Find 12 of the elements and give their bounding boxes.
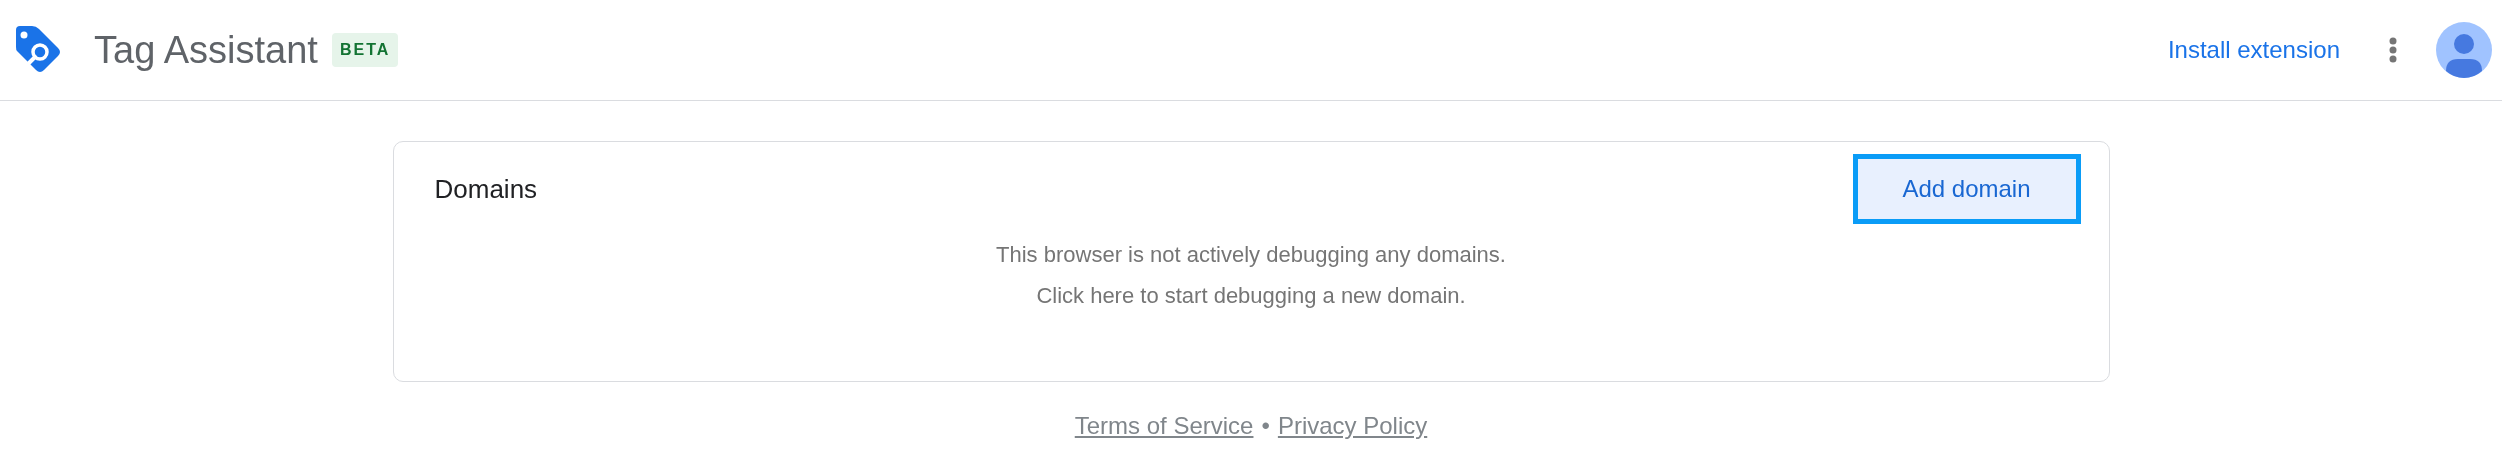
add-domain-button[interactable]: Add domain [1852, 154, 2081, 224]
terms-link[interactable]: Terms of Service [1074, 408, 1254, 444]
privacy-link[interactable]: Privacy Policy [1277, 408, 1428, 444]
avatar-icon[interactable] [2436, 22, 2492, 78]
install-extension-link[interactable]: Install extension [2167, 32, 2340, 68]
app-title: Tag Assistant [94, 31, 318, 69]
card-title: Domains [434, 172, 538, 206]
more-menu-icon[interactable] [2388, 37, 2398, 63]
beta-badge: BETA [331, 33, 399, 67]
empty-message[interactable]: This browser is not actively debugging any domains. [996, 238, 1506, 271]
separator-dot: • [1261, 411, 1270, 441]
empty-message[interactable]: Click here to start debugging a new domain. [1036, 279, 1466, 312]
